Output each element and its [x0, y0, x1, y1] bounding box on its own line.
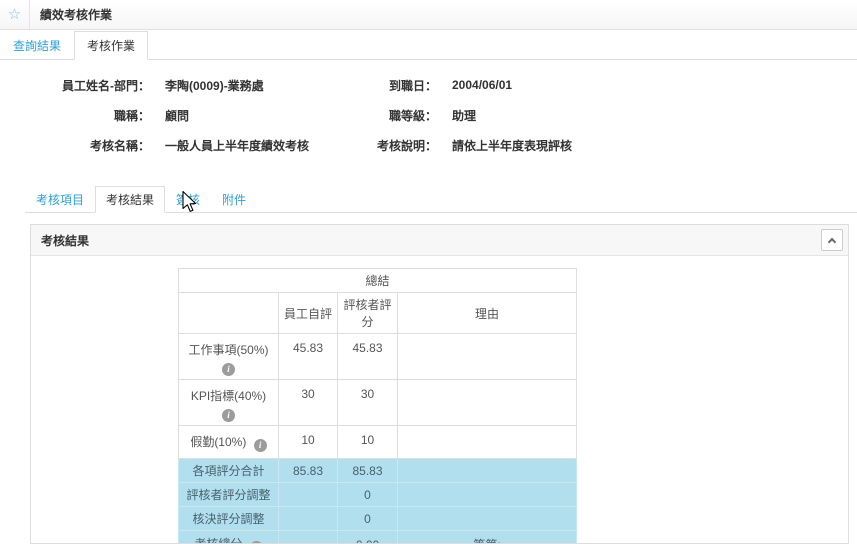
title-bar: ☆ 績效考核作業: [0, 0, 857, 30]
row-label-cell: 考核總分 i: [178, 530, 279, 544]
tab-appraisal-items[interactable]: 考核項目: [25, 186, 95, 213]
chevron-up-icon: [827, 237, 837, 246]
summary-table: 總結 員工自評 評核者評分 理由 工作事項(50%) i 45.83 45.83: [177, 268, 578, 544]
row-label-cell: 工作事項(50%) i: [178, 333, 279, 380]
row-label: 考核總分: [194, 537, 243, 544]
tab-appraisal-operation[interactable]: 考核作業: [74, 31, 149, 60]
panel-title: 考核結果: [41, 233, 90, 248]
reviewer-score-cell: 10: [337, 425, 398, 459]
appraisal-desc-label: 考核說明：: [376, 138, 437, 153]
reason-cell: [396, 506, 578, 531]
appraisal-desc-value: 請依上半年度表現評核: [452, 138, 573, 153]
reason-cell: [396, 333, 578, 380]
row-label-cell: 評核者評分調整: [178, 482, 279, 507]
self-score-cell: 10: [278, 425, 338, 459]
table-row-attendance: 假勤(10%) i 10 10: [178, 425, 578, 459]
info-icon[interactable]: i: [222, 363, 235, 376]
col-reason: 理由: [396, 292, 578, 334]
reason-cell: 等第:: [396, 530, 578, 543]
appraisal-result-panel: 考核結果 總結 員工自評 評核者評分 理由 工作事項(50%) i 45.83 …: [30, 224, 849, 544]
name-dept-value: 李陶(0009)-業務處: [165, 78, 264, 93]
row-label-cell: 核決評分調整: [178, 506, 279, 531]
hire-date-value: 2004/06/01: [452, 78, 513, 92]
info-icon[interactable]: i: [222, 409, 235, 422]
table-group-header-row: 總結: [177, 268, 578, 293]
secondary-tab-strip: 考核項目 考核結果 簽核 附件: [25, 185, 857, 213]
reviewer-score-cell: 45.83: [337, 333, 398, 380]
panel-body: 總結 員工自評 評核者評分 理由 工作事項(50%) i 45.83 45.83: [31, 256, 848, 544]
tab-sign-off[interactable]: 簽核: [165, 186, 211, 213]
row-label: 工作事項(50%): [188, 343, 269, 357]
table-row-approval-adjustment: 核決評分調整 0: [178, 506, 578, 531]
row-label: 假勤(10%): [190, 435, 247, 449]
reason-cell: [396, 379, 578, 426]
employee-info: 員工姓名-部門： 李陶(0009)-業務處 到職日： 2004/06/01 職稱…: [0, 70, 857, 160]
table-row-reviewer-adjustment: 評核者評分調整 0: [178, 482, 578, 507]
table-row-kpi: KPI指標(40%) i 30 30: [178, 379, 578, 426]
tab-attachments[interactable]: 附件: [211, 186, 257, 213]
tab-appraisal-result[interactable]: 考核結果: [95, 186, 166, 213]
group-header: 總結: [177, 268, 578, 293]
reason-cell: [396, 482, 578, 507]
appraisal-name-label: 考核名稱：: [89, 138, 150, 153]
row-label-cell: 假勤(10%) i: [178, 425, 279, 459]
hire-date-label: 到職日：: [388, 78, 437, 93]
reviewer-score-cell: 0.00: [337, 530, 398, 543]
grade-label: 職等級：: [388, 108, 437, 123]
table-row-final-score: 考核總分 i 0.00 等第:: [178, 530, 578, 544]
reason-cell: [396, 425, 578, 459]
col-reviewer-score: 評核者評分: [337, 292, 398, 334]
reviewer-score-cell: 30: [337, 379, 398, 426]
info-icon[interactable]: i: [253, 439, 267, 452]
job-title-value: 顧問: [165, 108, 190, 123]
appraisal-name-value: 一般人員上半年度績效考核: [165, 138, 310, 153]
name-dept-label: 員工姓名-部門：: [62, 78, 150, 93]
table-column-header-row: 員工自評 評核者評分 理由: [178, 292, 578, 334]
job-title-label: 職稱：: [113, 108, 150, 123]
row-label-cell: 各項評分合計: [178, 458, 279, 483]
row-label-cell: KPI指標(40%) i: [178, 379, 279, 426]
reviewer-score-cell: 0: [337, 482, 398, 507]
self-score-cell: 45.83: [278, 333, 338, 380]
col-blank: [178, 292, 279, 334]
self-score-cell: [278, 506, 338, 531]
self-score-cell: [278, 482, 338, 507]
table-row-work-items: 工作事項(50%) i 45.83 45.83: [178, 333, 578, 380]
star-icon: ☆: [7, 6, 22, 23]
col-self-score: 員工自評: [278, 292, 338, 334]
reason-cell: [396, 458, 578, 483]
table-row-total-scores: 各項評分合計 85.83 85.83: [178, 458, 578, 483]
primary-tab-strip: 查詢結果 考核作業: [0, 30, 857, 60]
panel-header: 考核結果: [31, 225, 848, 256]
reviewer-score-cell: 85.83: [337, 458, 398, 483]
favorite-button[interactable]: ☆: [0, 0, 30, 30]
tab-query-result[interactable]: 查詢結果: [0, 31, 74, 60]
self-score-cell: 85.83: [278, 458, 338, 483]
self-score-cell: [278, 530, 338, 543]
grade-value: 助理: [452, 108, 477, 123]
self-score-cell: 30: [278, 379, 338, 426]
page-title: 績效考核作業: [40, 8, 113, 22]
row-label: KPI指標(40%): [190, 389, 267, 403]
collapse-panel-button[interactable]: [821, 229, 843, 251]
reviewer-score-cell: 0: [337, 506, 398, 531]
